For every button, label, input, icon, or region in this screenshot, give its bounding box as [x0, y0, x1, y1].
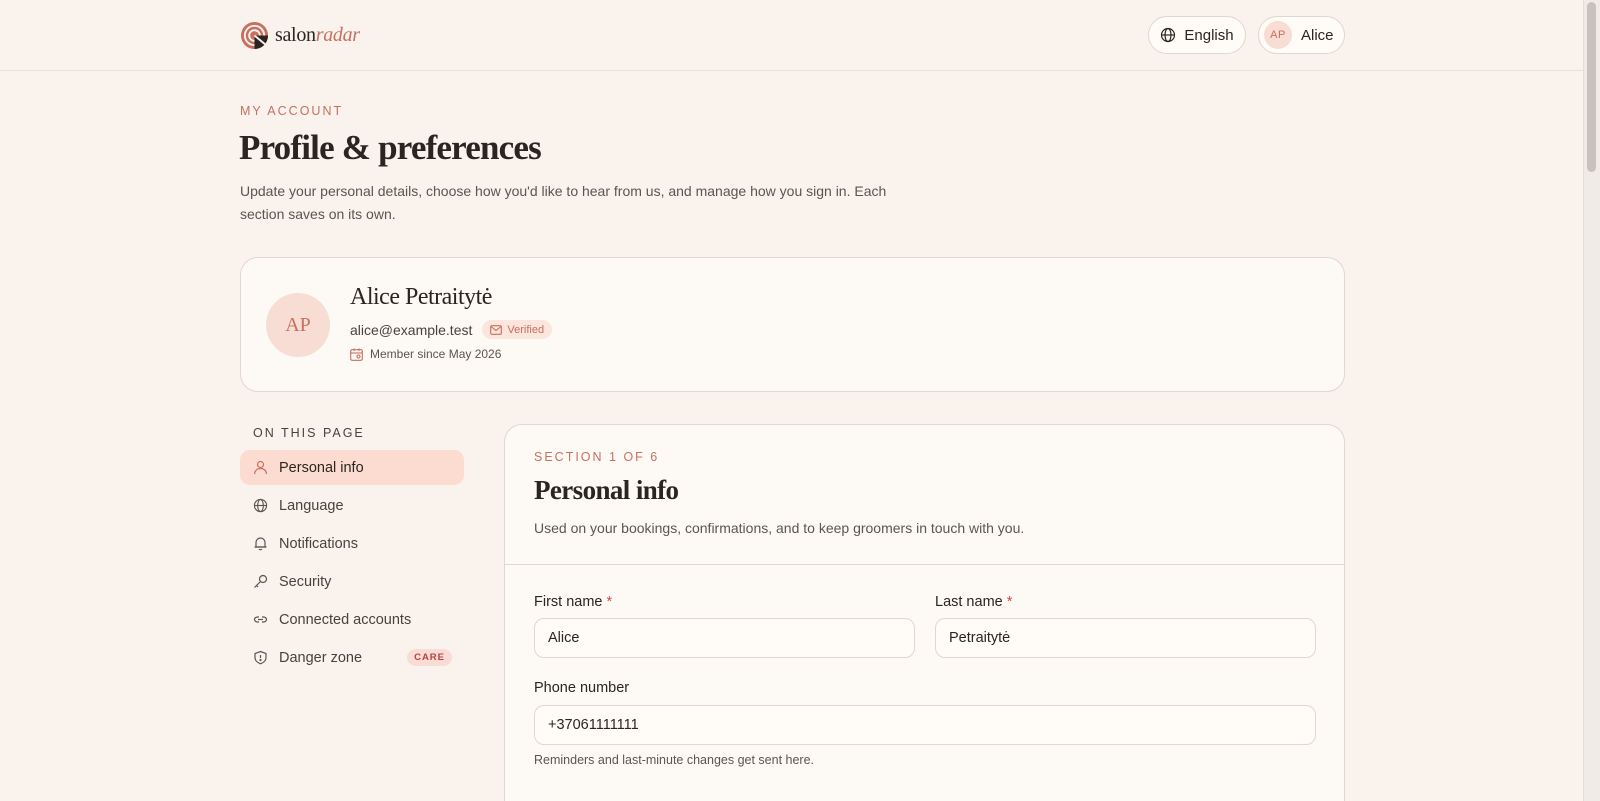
user-name: Alice	[1301, 26, 1334, 44]
page-description: Update your personal details, choose how…	[240, 183, 887, 222]
personal-info-section: SECTION 1 OF 6 Personal info Used on you…	[504, 424, 1345, 801]
toc-title: ON THIS PAGE	[253, 426, 365, 440]
toc-item-label: Notifications	[279, 535, 358, 552]
first-name-input[interactable]	[534, 618, 915, 658]
care-badge: CARE	[407, 649, 452, 666]
key-icon	[252, 574, 268, 590]
brand-name-part1: salon	[275, 24, 316, 46]
mail-icon	[490, 324, 503, 335]
toc-item-personal-info[interactable]: Personal info	[240, 450, 464, 485]
member-since-row: Member since May 2026	[350, 347, 501, 361]
toc-item-notifications[interactable]: Notifications	[240, 526, 464, 561]
toc-item-security[interactable]: Security	[240, 564, 464, 599]
section-description: Used on your bookings, confirmations, an…	[534, 520, 1025, 536]
toc-item-connected-accounts[interactable]: Connected accounts	[240, 602, 464, 637]
last-name-input[interactable]	[935, 618, 1316, 658]
logo[interactable]: salonradar	[240, 21, 360, 50]
required-mark: *	[606, 594, 613, 610]
toc-item-label: Danger zone	[279, 649, 363, 666]
section-title: Personal info	[534, 475, 679, 505]
phone-help-text: Reminders and last-minute changes get se…	[534, 753, 815, 767]
last-name-label: Last name *	[935, 594, 1013, 610]
calendar-icon	[350, 348, 363, 361]
language-button[interactable]: English	[1148, 16, 1246, 54]
language-label: English	[1184, 26, 1234, 44]
verified-badge: Verified	[482, 320, 553, 339]
divider	[505, 564, 1344, 565]
toc-item-label: Security	[279, 573, 332, 590]
bell-icon	[252, 536, 268, 552]
toc-item-label: Connected accounts	[279, 611, 412, 628]
phone-label: Phone number	[534, 680, 630, 696]
user-icon	[252, 460, 268, 476]
profile-name: Alice Petraitytė	[350, 284, 492, 310]
avatar: AP	[1264, 21, 1292, 49]
profile-avatar: AP	[266, 293, 330, 357]
globe-icon	[252, 498, 268, 514]
toc-item-language[interactable]: Language	[240, 488, 464, 523]
radar-logo-icon	[240, 21, 269, 50]
verified-label: Verified	[507, 323, 545, 336]
member-since: Member since May 2026	[370, 347, 502, 361]
page-title: Profile & preferences	[239, 128, 542, 167]
profile-email-row: alice@example.test Verified	[350, 320, 553, 339]
phone-input[interactable]	[534, 705, 1316, 745]
shield-icon	[252, 650, 268, 666]
profile-email: alice@example.test	[350, 321, 473, 338]
toc-item-label: Language	[279, 497, 344, 514]
link-icon	[252, 612, 268, 628]
toc-item-label: Personal info	[279, 459, 364, 476]
page-eyebrow: MY ACCOUNT	[240, 104, 344, 118]
brand-name-part2: radar	[315, 24, 360, 46]
profile-card: AP Alice Petraitytė alice@example.test V…	[240, 257, 1345, 392]
scrollbar-thumb[interactable]	[1587, 2, 1596, 172]
user-menu-button[interactable]: AP Alice	[1258, 16, 1345, 54]
required-mark: *	[1006, 594, 1013, 610]
toc-nav: Personal info Language Notifications Sec…	[240, 450, 464, 678]
top-bar: salonradar English AP Alice	[0, 0, 1583, 71]
first-name-label: First name *	[534, 594, 613, 610]
globe-icon	[1161, 27, 1176, 43]
toc-item-danger-zone[interactable]: Danger zone CARE	[240, 640, 464, 675]
section-eyebrow: SECTION 1 OF 6	[534, 450, 660, 464]
